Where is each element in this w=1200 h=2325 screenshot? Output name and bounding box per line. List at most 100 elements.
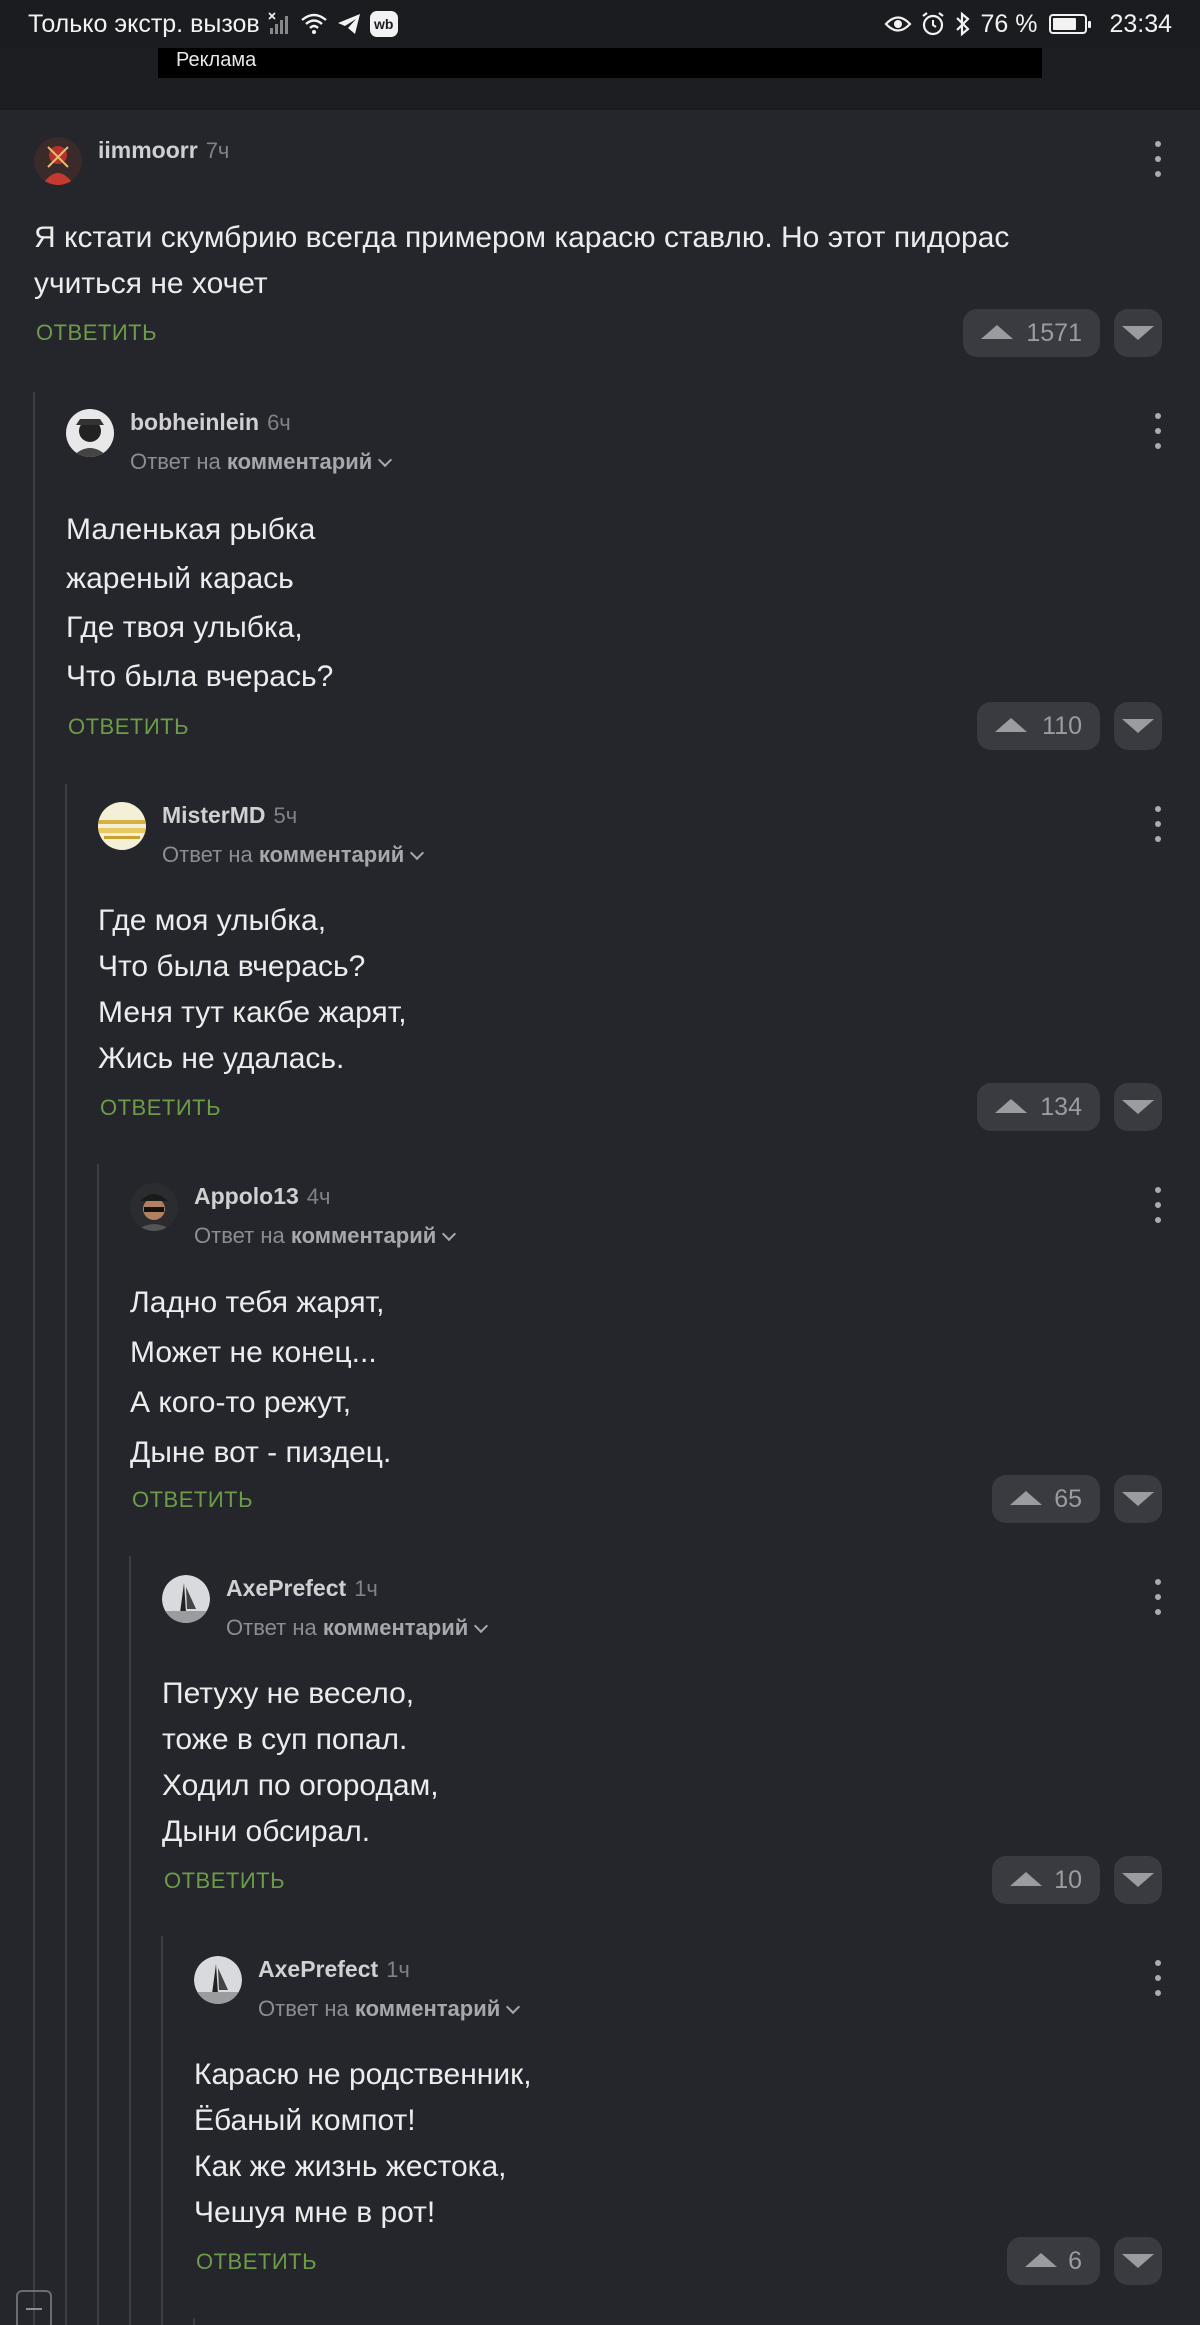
chevron-down-icon (378, 452, 393, 468)
collapse-thread-button[interactable] (16, 2290, 52, 2325)
comment: MisterMD 5ч Ответ на комментарий Где моя … (98, 798, 1166, 1158)
reply-to-link[interactable]: Ответ на комментарий (226, 1615, 489, 1641)
reply-to-link[interactable]: Ответ на комментарий (130, 449, 393, 475)
comment-text: Петуху не весело, тоже в суп попал. Ходи… (162, 1677, 439, 1848)
wb-icon: wb (369, 11, 398, 37)
upvote-icon (995, 718, 1027, 732)
upvote-button[interactable]: 134 (977, 1083, 1100, 1131)
avatar[interactable] (194, 1956, 242, 2004)
more-options-icon[interactable] (1148, 413, 1168, 449)
comment: AxePrefect 1ч Ответ на комментарий Петуху… (162, 1571, 1166, 1931)
downvote-button[interactable] (1114, 1475, 1162, 1523)
downvote-button[interactable] (1114, 1083, 1162, 1131)
reply-to-link[interactable]: Ответ на комментарий (258, 1996, 521, 2022)
reply-button[interactable]: ОТВЕТИТЬ (164, 1868, 285, 1894)
reply-button[interactable]: ОТВЕТИТЬ (132, 1487, 253, 1513)
avatar[interactable] (162, 1575, 210, 1623)
more-options-icon[interactable] (1148, 1187, 1168, 1223)
rating: 1571 (1026, 318, 1082, 347)
upvote-icon (1010, 1872, 1042, 1886)
comment-username[interactable]: iimmoorr 7ч (98, 137, 229, 164)
page: Только экстр. вызов wb 76 % 23:34 Реклам… (0, 0, 1200, 2325)
downvote-button[interactable] (1114, 2237, 1162, 2285)
comment-header: AxePrefect 1ч Ответ на комментарий (194, 1952, 1168, 2021)
carrier-text: Только экстр. вызов (28, 9, 260, 38)
vote-controls: 6 (1007, 2237, 1162, 2285)
comment-text: Карасю не родственник, Ёбаный компот! Ка… (194, 2058, 532, 2229)
vote-controls: 1571 (963, 309, 1162, 357)
more-options-icon[interactable] (1148, 806, 1168, 842)
reply-to-link[interactable]: Ответ на комментарий (194, 1223, 457, 1249)
comment: bobheinlein 6ч Ответ на комментарий Мален… (66, 405, 1166, 765)
upvote-button[interactable]: 65 (992, 1475, 1100, 1523)
vote-controls: 10 (992, 1856, 1162, 1904)
comment-header: iimmoorr 7ч (34, 133, 1166, 193)
downvote-icon (1122, 1492, 1154, 1506)
ad-banner[interactable]: Реклама (158, 48, 1042, 78)
avatar[interactable] (34, 137, 82, 185)
comment-time: 4ч (306, 1184, 331, 1209)
downvote-button[interactable] (1114, 702, 1162, 750)
thread-line (129, 1556, 131, 2325)
upvote-button[interactable]: 6 (1007, 2237, 1100, 2285)
thread-line (193, 2318, 195, 2325)
comment-username[interactable]: bobheinlein 6ч (130, 409, 291, 436)
status-bar: Только экстр. вызов wb 76 % 23:34 (0, 0, 1200, 48)
more-options-icon[interactable] (1148, 1960, 1168, 1996)
comment-username[interactable]: Appolo13 4ч (194, 1183, 330, 1210)
battery-icon (1049, 14, 1092, 34)
divider (0, 108, 1200, 110)
comment-username[interactable]: AxePrefect 1ч (258, 1956, 410, 1983)
downvote-icon (1122, 326, 1154, 340)
avatar[interactable] (98, 802, 146, 850)
reply-button[interactable]: ОТВЕТИТЬ (100, 1095, 221, 1121)
comment: iimmoorr 7ч Я кстати скумбрию всегда прим… (34, 133, 1166, 363)
comment-username[interactable]: MisterMD 5ч (162, 802, 297, 829)
comment-time: 1ч (354, 1576, 378, 1601)
comment-header: bobheinlein 6ч Ответ на комментарий (66, 405, 1168, 474)
rating: 65 (1054, 1484, 1082, 1513)
avatar[interactable] (130, 1183, 178, 1231)
chevron-down-icon (442, 1226, 457, 1242)
upvote-icon (981, 325, 1013, 339)
signal-icon (268, 10, 292, 38)
vote-controls: 110 (977, 702, 1162, 750)
rating: 134 (1040, 1092, 1082, 1121)
more-options-icon[interactable] (1148, 141, 1168, 177)
comment-time: 7ч (205, 138, 230, 163)
reply-to-link[interactable]: Ответ на комментарий (162, 842, 425, 868)
rating: 10 (1054, 1865, 1082, 1894)
bluetooth-icon (954, 10, 972, 38)
more-options-icon[interactable] (1148, 1579, 1168, 1615)
upvote-icon (1010, 1491, 1042, 1505)
comment-time: 6ч (267, 410, 291, 435)
upvote-button[interactable]: 1571 (963, 309, 1100, 357)
comment: Appolo13 4ч Ответ на комментарий Ладно те… (130, 1179, 1166, 1539)
vote-controls: 65 (992, 1475, 1162, 1523)
eye-icon (884, 10, 912, 38)
thread-line (33, 392, 35, 2325)
reply-button[interactable]: ОТВЕТИТЬ (68, 714, 189, 740)
comment-text: Маленькая рыбка жареный карась Где твоя … (66, 513, 334, 693)
comment: AxePrefect 1ч Ответ на комментарий Карасю… (194, 1952, 1166, 2312)
rating: 6 (1068, 2246, 1082, 2275)
upvote-button[interactable]: 10 (992, 1856, 1100, 1904)
vote-controls: 134 (977, 1083, 1162, 1131)
chevron-down-icon (474, 1618, 489, 1634)
upvote-icon (1025, 2253, 1057, 2267)
reply-button[interactable]: ОТВЕТИТЬ (196, 2249, 317, 2275)
downvote-button[interactable] (1114, 1856, 1162, 1904)
comment-text: Где моя улыбка, Что была вчерась? Меня т… (98, 904, 407, 1075)
alarm-icon (920, 10, 946, 38)
downvote-icon (1122, 719, 1154, 733)
ad-label: Реклама (176, 49, 257, 71)
comment-time: 1ч (386, 1957, 410, 1982)
chevron-down-icon (410, 845, 425, 861)
downvote-button[interactable] (1114, 309, 1162, 357)
upvote-button[interactable]: 110 (977, 702, 1100, 750)
comment-username[interactable]: AxePrefect 1ч (226, 1575, 378, 1602)
reply-button[interactable]: ОТВЕТИТЬ (36, 320, 157, 346)
comment-header: Appolo13 4ч Ответ на комментарий (130, 1179, 1168, 1248)
avatar[interactable] (66, 409, 114, 457)
upvote-icon (995, 1099, 1027, 1113)
